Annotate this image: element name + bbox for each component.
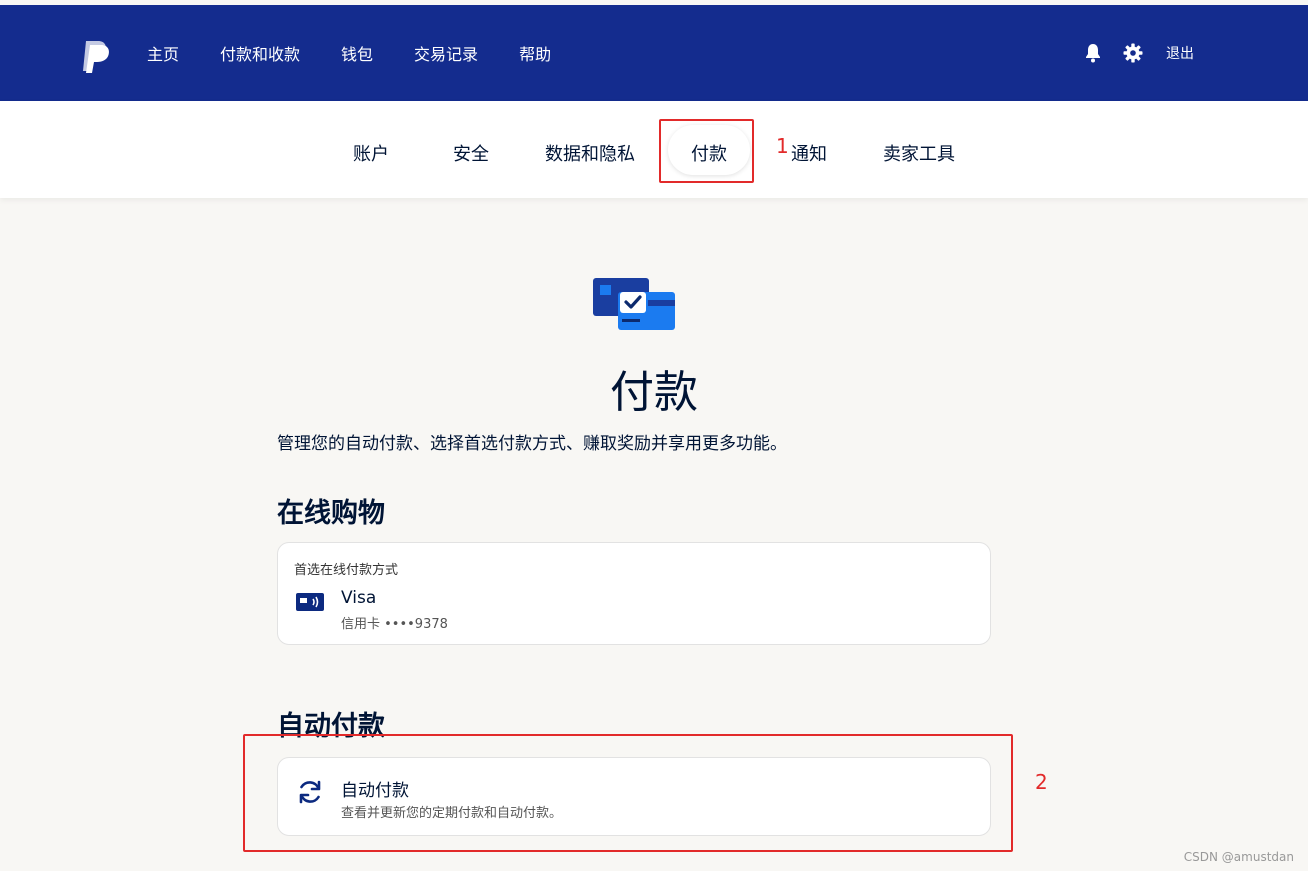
settings-tabs xyxy=(0,101,1308,198)
paypal-logo[interactable] xyxy=(80,39,112,75)
tab-account[interactable]: 账户 xyxy=(353,140,389,166)
online-shopping-heading: 在线购物 xyxy=(277,498,385,529)
logout-link[interactable]: 退出 xyxy=(1166,43,1194,63)
nav-item-help[interactable]: 帮助 xyxy=(519,41,551,65)
preferred-payment-caption: 首选在线付款方式 xyxy=(294,563,399,578)
annotation-number-1: 1 xyxy=(776,134,789,158)
watermark: CSDN @amustdan xyxy=(1183,850,1294,864)
annotation-box-1 xyxy=(659,119,754,183)
annotation-number-2: 2 xyxy=(1035,770,1048,794)
nav-item-wallet[interactable]: 钱包 xyxy=(341,41,373,65)
tab-data-privacy[interactable]: 数据和隐私 xyxy=(545,140,635,166)
main-nav: 主页 付款和收款 钱包 交易记录 帮助 xyxy=(147,5,592,101)
annotation-box-2 xyxy=(243,734,1013,852)
payment-cards-icon xyxy=(592,277,676,331)
tab-notifications[interactable]: 通知 xyxy=(791,140,827,166)
payment-method-detail: 信用卡 ••••9378 xyxy=(341,617,448,632)
tab-seller-tools[interactable]: 卖家工具 xyxy=(883,140,955,166)
page-title: 付款 xyxy=(610,367,698,418)
nav-item-send-receive[interactable]: 付款和收款 xyxy=(220,41,300,65)
nav-item-home[interactable]: 主页 xyxy=(147,41,179,65)
bell-icon[interactable] xyxy=(1082,42,1104,64)
page-description: 管理您的自动付款、选择首选付款方式、赚取奖励并享用更多功能。 xyxy=(277,434,787,454)
nav-item-activity[interactable]: 交易记录 xyxy=(414,41,478,65)
top-navigation-bar: 主页 付款和收款 钱包 交易记录 帮助 退出 xyxy=(0,5,1308,101)
tab-security[interactable]: 安全 xyxy=(453,140,489,166)
header-actions: 退出 xyxy=(1082,5,1194,101)
payment-method-name: Visa xyxy=(341,588,377,608)
preferred-payment-card[interactable]: 首选在线付款方式 Visa 信用卡 ••••9378 xyxy=(277,542,991,645)
credit-card-icon xyxy=(296,592,324,616)
gear-icon[interactable] xyxy=(1122,42,1144,64)
